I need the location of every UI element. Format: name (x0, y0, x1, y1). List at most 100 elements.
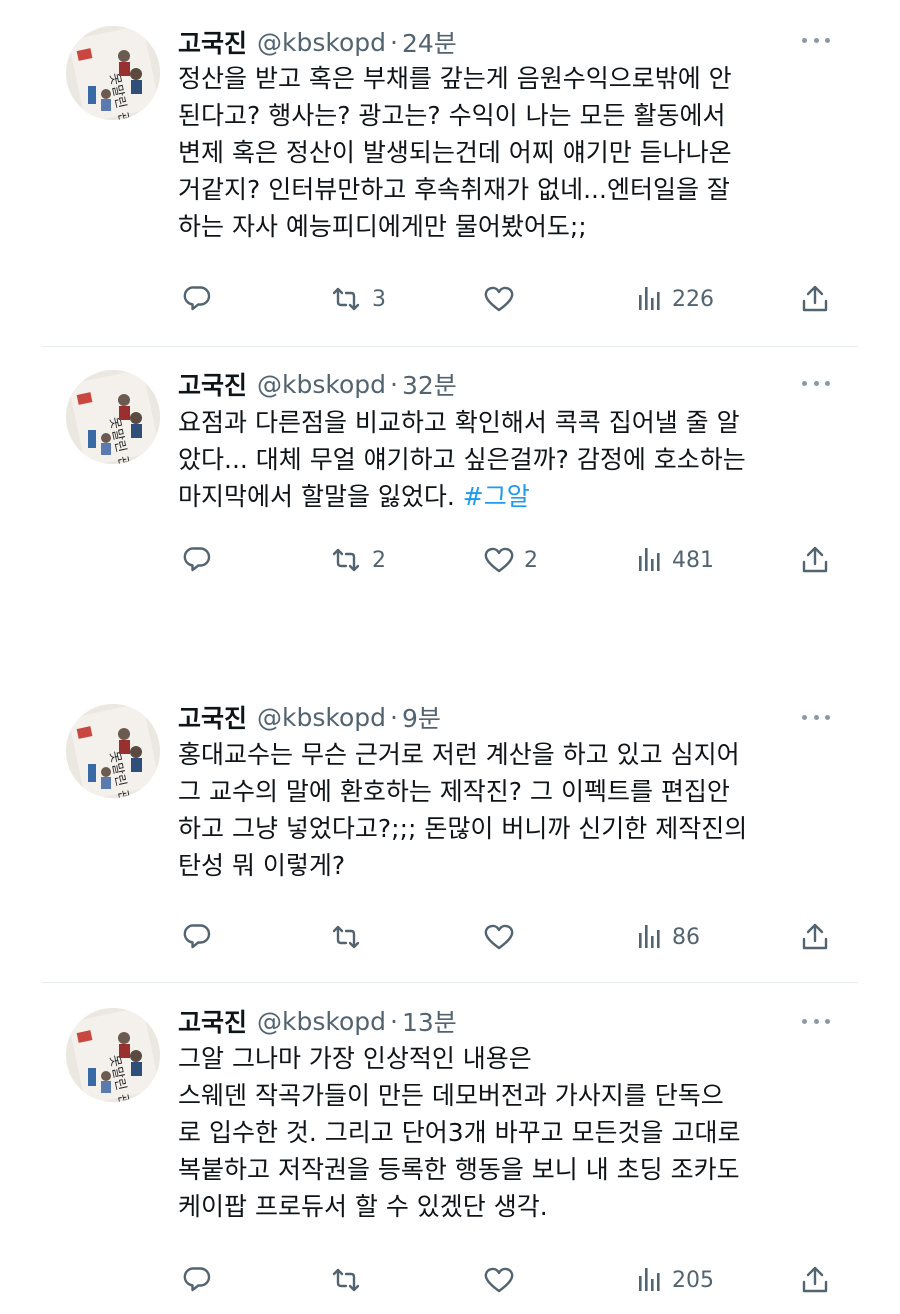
more-icon[interactable] (796, 371, 836, 395)
text-line: 았다... 대체 무얼 얘기하고 싶은걸까? 감정에 호소하는 (178, 445, 746, 474)
text-line: 복붙하고 저작권을 등록한 행동을 보니 내 초딩 조카도 (178, 1155, 740, 1184)
text-line: 거같지? 인터뷰만하고 후속취재가 없네...엔터일을 잘 (178, 175, 730, 204)
retweet-button[interactable]: 3 (328, 279, 386, 319)
text-line: 스웨덴 작곡가들이 만든 데모버전과 가사지를 단독으 (178, 1081, 724, 1110)
view-count: 205 (672, 1267, 714, 1293)
views-button[interactable]: 226 (636, 279, 714, 319)
text-line: 하는 자사 예능피디에게만 물어봤어도;; (178, 212, 587, 241)
like-count: 2 (524, 547, 538, 573)
reply-icon (183, 924, 211, 949)
share-button[interactable] (800, 917, 830, 957)
reply-button[interactable] (180, 917, 214, 957)
reply-button[interactable] (180, 279, 214, 319)
text-line: 케이팝 프로듀서 할 수 있겠단 생각. (178, 1192, 548, 1221)
author-name[interactable]: 고국진 (178, 699, 247, 735)
heart-icon (484, 924, 514, 950)
text-line: 변제 혹은 정산이 발생되는건데 어찌 얘기만 듣나나온 (178, 138, 732, 167)
text-line: 그알 그나마 가장 인상적인 내용은 (178, 1044, 532, 1073)
author-name[interactable]: 고국진 (178, 1003, 247, 1039)
author-handle[interactable]: @kbskopd (257, 703, 386, 732)
share-icon (802, 285, 828, 312)
view-count: 226 (672, 286, 714, 312)
retweet-button[interactable]: 2 (328, 540, 386, 580)
text-line: 하고 그냥 넣었다고?;;; 돈많이 버니까 신기한 제작진의 (178, 814, 748, 843)
share-button[interactable] (800, 279, 830, 319)
retweet-button[interactable] (328, 1260, 372, 1300)
more-icon[interactable] (796, 705, 836, 729)
text-line: 마지막에서 할말을 잃었다. #그알 (178, 478, 838, 515)
text-line: 정산을 받고 혹은 부채를 갚는게 음원수익으로밖에 안 (178, 64, 732, 93)
share-button[interactable] (800, 1260, 830, 1300)
timestamp[interactable]: 13분 (402, 1003, 457, 1039)
heart-icon (484, 547, 514, 573)
views-icon (639, 287, 660, 310)
hashtag-link[interactable]: #그알 (463, 482, 530, 511)
share-icon (802, 546, 828, 573)
retweet-count: 3 (372, 286, 386, 312)
reply-button[interactable] (180, 1260, 214, 1300)
avatar[interactable] (66, 26, 160, 120)
share-button[interactable] (800, 540, 830, 580)
reply-icon (183, 1267, 211, 1292)
like-button[interactable] (482, 279, 524, 319)
views-icon (639, 1268, 660, 1291)
author-name[interactable]: 고국진 (178, 24, 247, 60)
text-line: 된다고? 행사는? 광고는? 수익이 나는 모든 활동에서 (178, 101, 726, 130)
author-name[interactable]: 고국진 (178, 366, 247, 402)
retweet-count: 2 (372, 547, 386, 573)
views-icon (639, 925, 660, 948)
views-button[interactable]: 86 (636, 917, 700, 957)
reply-button[interactable] (180, 540, 214, 580)
tweet-text: 홍대교수는 무슨 근거로 저런 계산을 하고 있고 심지어 그 교수의 말에 환… (178, 736, 838, 884)
avatar[interactable] (66, 370, 160, 464)
heart-icon (484, 286, 514, 312)
separator: · (390, 27, 398, 57)
heart-icon (484, 1267, 514, 1293)
action-bar: 205 (0, 1260, 900, 1300)
retweet-icon (332, 925, 360, 949)
views-icon (639, 548, 660, 571)
timestamp[interactable]: 32분 (402, 366, 457, 402)
text-line: 탄성 뭐 이렇게? (178, 851, 346, 880)
author-handle[interactable]: @kbskopd (257, 28, 386, 57)
reply-icon (183, 547, 211, 572)
divider (42, 982, 858, 983)
text-line: 그 교수의 말에 환호하는 제작진? 그 이펙트를 편집안 (178, 777, 730, 806)
retweet-icon (332, 287, 360, 311)
avatar[interactable] (66, 1008, 160, 1102)
share-icon (802, 1266, 828, 1293)
more-icon[interactable] (796, 1009, 836, 1033)
text-line: 로 입수한 것. 그리고 단어3개 바꾸고 모든것을 고대로 (178, 1118, 741, 1147)
author-handle[interactable]: @kbskopd (257, 1007, 386, 1036)
action-bar: 3 226 (0, 279, 900, 319)
separator: · (390, 369, 398, 399)
separator: · (390, 702, 398, 732)
author-handle[interactable]: @kbskopd (257, 370, 386, 399)
retweet-icon (332, 1268, 360, 1292)
action-bar: 86 (0, 917, 900, 957)
more-icon[interactable] (796, 28, 836, 52)
text-line: 홍대교수는 무슨 근거로 저런 계산을 하고 있고 심지어 (178, 740, 740, 769)
like-button[interactable]: 2 (482, 540, 538, 580)
tweet-text: 요점과 다른점을 비교하고 확인해서 콕콕 집어낼 줄 알 았다... 대체 무… (178, 404, 838, 515)
retweet-button[interactable] (328, 917, 372, 957)
timestamp[interactable]: 24분 (402, 24, 457, 60)
tweet-text: 정산을 받고 혹은 부채를 갚는게 음원수익으로밖에 안 된다고? 행사는? 광… (178, 60, 838, 245)
timestamp[interactable]: 9분 (402, 699, 441, 735)
text-line: 요점과 다른점을 비교하고 확인해서 콕콕 집어낼 줄 알 (178, 408, 740, 437)
view-count: 86 (672, 924, 700, 950)
retweet-icon (332, 548, 360, 572)
like-button[interactable] (482, 917, 524, 957)
like-button[interactable] (482, 1260, 524, 1300)
views-button[interactable]: 481 (636, 540, 714, 580)
reply-icon (183, 286, 211, 311)
views-button[interactable]: 205 (636, 1260, 714, 1300)
tweet-text: 그알 그나마 가장 인상적인 내용은 스웨덴 작곡가들이 만든 데모버전과 가사… (178, 1040, 838, 1225)
text-fragment: 마지막에서 할말을 잃었다. (178, 482, 463, 511)
avatar[interactable] (66, 704, 160, 798)
separator: · (390, 1006, 398, 1036)
view-count: 481 (672, 547, 714, 573)
share-icon (802, 923, 828, 950)
action-bar: 2 2 481 (0, 540, 900, 580)
divider (42, 346, 858, 347)
